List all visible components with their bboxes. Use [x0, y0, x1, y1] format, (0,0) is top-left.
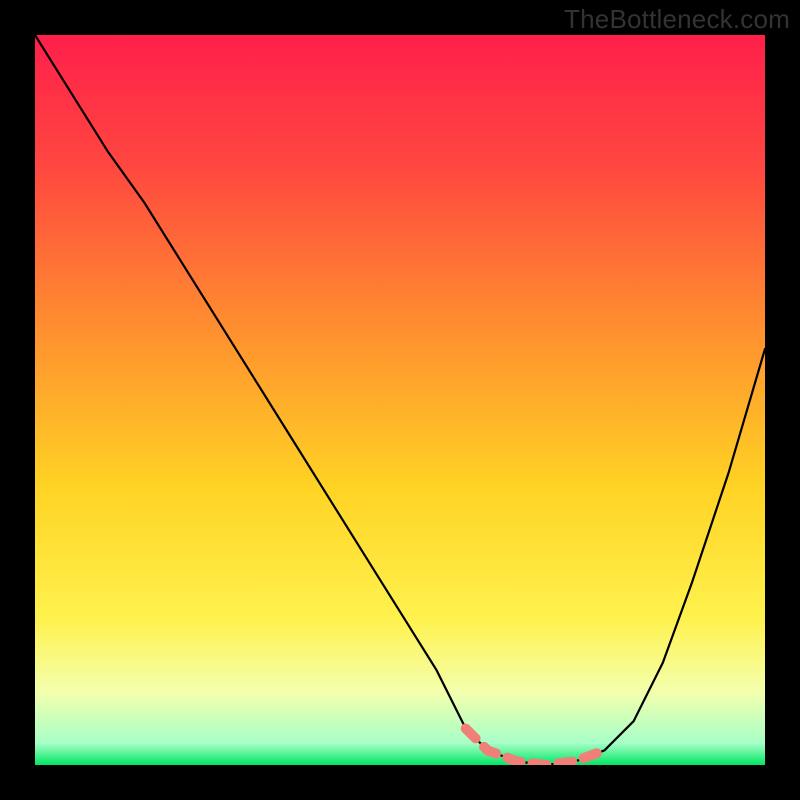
watermark-text: TheBottleneck.com — [564, 4, 790, 35]
plot-svg — [35, 35, 765, 765]
plot-area — [35, 35, 765, 765]
chart-frame: TheBottleneck.com — [0, 0, 800, 800]
gradient-background — [35, 35, 765, 765]
